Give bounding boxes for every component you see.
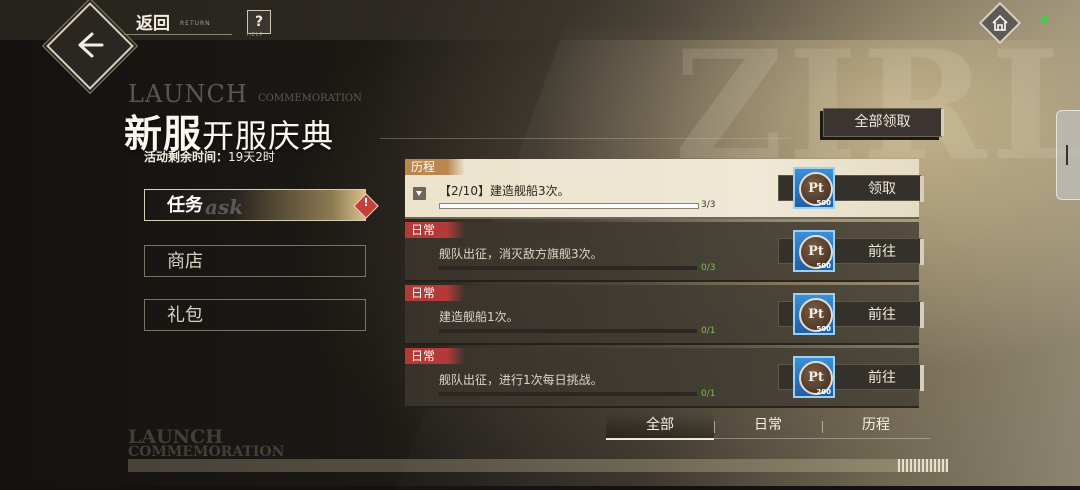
task-tag: 日常 [405,348,466,364]
task-progress-text: 0/3 [701,263,716,273]
task-desc: 【2/10】建造舰船3次。 [439,184,570,198]
task-progress-bar [439,329,697,333]
footer-deco-text-2: COMMEMORATION [128,444,285,460]
expand-toggle-icon[interactable] [413,187,426,200]
task-progress-text: 0/1 [701,326,716,336]
back-sub-label: RETURN [180,20,211,27]
menu-task-label: 任务 [167,195,203,216]
task-desc: 建造舰船1次。 [439,310,519,324]
task-desc: 舰队出征，消灭敌方旗舰3次。 [439,247,603,261]
home-icon[interactable] [988,11,1012,35]
task-progress-fill [440,204,698,208]
task-tag: 日常 [405,285,466,301]
task-progress-bar [439,266,697,270]
reward-item[interactable]: Pt 500 [793,293,835,335]
reward-item[interactable]: Pt 200 [793,356,835,398]
timer-value: 19天2时 [228,150,275,164]
timer-label: 活动剩余时间： [144,150,229,164]
task-row: 历程 【2/10】建造舰船3次。 3/3 领取 Pt 500 [405,159,924,219]
task-row: 日常 舰队出征，消灭敌方旗舰3次。 0/3 前往 Pt 500 [405,222,924,282]
task-tag: 历程 [405,159,466,175]
title-divider [380,138,790,139]
filter-baseline [606,438,930,439]
task-progress-text: 3/3 [701,200,716,210]
menu-tab-shop[interactable]: 商店 [144,245,366,277]
task-row: 日常 舰队出征，进行1次每日挑战。 0/1 前往 Pt 200 [405,348,924,408]
menu-task-en-deco: ask [205,195,244,219]
task-tag: 日常 [405,222,466,238]
filter-tabs: 全部 日常 历程 [606,413,930,440]
task-desc: 舰队出征，进行1次每日挑战。 [439,373,603,387]
filter-tab-history[interactable]: 历程 [822,413,930,438]
reward-qty: 500 [816,262,831,270]
reward-qty: 200 [816,388,831,396]
alert-icon: ! [363,196,369,209]
reward-qty: 500 [816,199,831,207]
task-row: 日常 建造舰船1次。 0/1 前往 Pt 500 [405,285,924,345]
claim-all-button[interactable]: 全部领取 [823,108,944,137]
task-progress-text: 0/1 [701,389,716,399]
back-underline [124,34,232,35]
back-arrow-icon[interactable] [66,22,112,68]
event-timer: 活动剩余时间：19天2时 [144,148,275,165]
filter-tab-daily[interactable]: 日常 [714,413,822,438]
help-sub-label: HELP [247,32,264,38]
help-button[interactable]: ? [247,10,271,34]
side-drawer-handle[interactable] [1056,110,1080,200]
menu-shop-label: 商店 [167,251,203,272]
task-progress-bar [439,203,699,209]
reward-item[interactable]: Pt 500 [793,230,835,272]
reward-qty: 500 [816,325,831,333]
task-progress-bar [439,392,697,396]
menu-pack-label: 礼包 [167,305,203,326]
status-indicator [1041,16,1048,23]
footer-bar [128,459,948,472]
barcode-deco [898,459,950,472]
reward-item[interactable]: Pt 500 [793,167,835,209]
menu-tab-pack[interactable]: 礼包 [144,299,366,331]
filter-tab-all[interactable]: 全部 [606,413,714,440]
menu-tab-task[interactable]: 任务 ask [144,189,366,221]
back-label[interactable]: 返回 [136,9,170,34]
